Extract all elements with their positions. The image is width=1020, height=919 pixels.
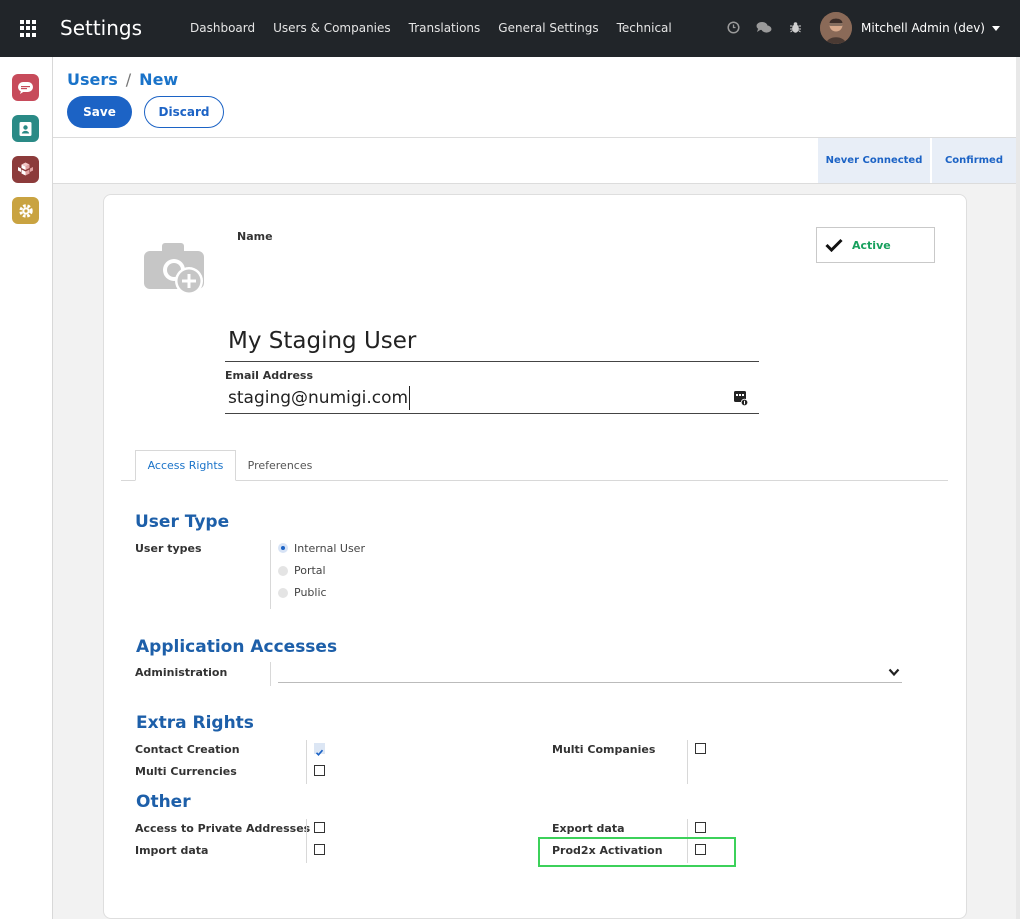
prod2x-highlight-box xyxy=(538,837,736,867)
discard-button[interactable]: Discard xyxy=(144,96,224,128)
radio-public[interactable] xyxy=(278,588,288,598)
active-label: Active xyxy=(852,238,891,252)
multi-companies-checkbox[interactable] xyxy=(695,743,706,754)
field-divider xyxy=(270,540,271,609)
administration-select[interactable] xyxy=(278,662,902,683)
name-label: Name xyxy=(237,230,273,243)
chevron-down-icon xyxy=(888,668,900,677)
check-icon xyxy=(315,749,324,756)
section-title-user-type: User Type xyxy=(135,512,230,532)
tab-access-rights[interactable]: Access Rights xyxy=(135,450,236,481)
radio-public-label: Public xyxy=(294,586,327,599)
control-panel: Users / New Save Discard xyxy=(53,57,1016,138)
section-title-other: Other xyxy=(136,792,191,812)
contact-creation-checkbox[interactable] xyxy=(314,743,325,756)
status-bar: Never Connected Confirmed xyxy=(53,138,1016,184)
import-data-checkbox[interactable] xyxy=(314,844,325,855)
active-toggle-button[interactable]: Active xyxy=(816,227,935,263)
contact-creation-label: Contact Creation xyxy=(135,743,240,756)
radio-internal-user-label: Internal User xyxy=(294,542,365,555)
password-manager-icon[interactable] xyxy=(734,391,749,407)
form-sheet xyxy=(103,194,967,919)
menu-dashboard[interactable]: Dashboard xyxy=(190,21,255,35)
save-button[interactable]: Save xyxy=(67,96,132,128)
radio-portal-label: Portal xyxy=(294,564,326,577)
text-cursor xyxy=(409,386,411,410)
email-input[interactable]: staging@numigi.com xyxy=(225,385,759,414)
user-name: Mitchell Admin (dev) xyxy=(861,21,985,35)
section-title-application-accesses: Application Accesses xyxy=(136,637,338,657)
user-types-label: User types xyxy=(135,542,202,555)
breadcrumb-current: New xyxy=(139,70,179,89)
settings-icon[interactable] xyxy=(12,197,39,224)
scrollbar[interactable] xyxy=(1016,57,1020,919)
field-divider xyxy=(687,740,688,784)
tab-preferences[interactable]: Preferences xyxy=(240,450,320,481)
user-menu[interactable]: Mitchell Admin (dev) xyxy=(820,12,1000,44)
chat-icon[interactable] xyxy=(755,18,773,36)
section-title-extra-rights: Extra Rights xyxy=(136,713,254,733)
field-divider xyxy=(270,662,271,686)
radio-portal[interactable] xyxy=(278,566,288,576)
main-menu: Dashboard Users & Companies Translations… xyxy=(190,21,690,35)
status-never-connected[interactable]: Never Connected xyxy=(818,138,930,183)
apps-icon[interactable] xyxy=(12,156,39,183)
menu-technical[interactable]: Technical xyxy=(617,21,672,35)
breadcrumb-users-link[interactable]: Users xyxy=(67,70,118,89)
camera-add-icon[interactable] xyxy=(143,241,209,297)
multi-companies-label: Multi Companies xyxy=(552,743,656,756)
multi-currencies-label: Multi Currencies xyxy=(135,765,237,778)
export-data-checkbox[interactable] xyxy=(695,822,706,833)
breadcrumb-separator: / xyxy=(125,70,132,89)
app-sidebar xyxy=(0,57,53,919)
menu-users-companies[interactable]: Users & Companies xyxy=(273,21,391,35)
top-navbar: Settings Dashboard Users & Companies Tra… xyxy=(0,0,1020,57)
export-data-label: Export data xyxy=(552,822,625,835)
multi-currencies-checkbox[interactable] xyxy=(314,765,325,776)
discuss-icon[interactable] xyxy=(12,74,39,101)
breadcrumb: Users / New xyxy=(67,70,178,89)
import-data-label: Import data xyxy=(135,844,209,857)
administration-label: Administration xyxy=(135,666,228,679)
app-title: Settings xyxy=(60,16,143,40)
email-label: Email Address xyxy=(225,369,314,382)
radio-internal-user[interactable] xyxy=(278,543,288,553)
email-value: staging@numigi.com xyxy=(228,388,409,408)
status-confirmed[interactable]: Confirmed xyxy=(932,138,1016,183)
avatar xyxy=(820,12,852,44)
name-input[interactable]: My Staging User xyxy=(225,325,759,362)
apps-menu-icon[interactable] xyxy=(20,20,37,37)
check-icon xyxy=(825,238,843,252)
field-divider xyxy=(306,740,307,784)
contacts-icon[interactable] xyxy=(12,115,39,142)
private-addresses-label: Access to Private Addresses xyxy=(135,822,311,835)
clock-icon[interactable] xyxy=(724,18,742,36)
chevron-down-icon xyxy=(991,25,1000,31)
field-divider xyxy=(306,819,307,863)
systray xyxy=(724,18,817,36)
private-addresses-checkbox[interactable] xyxy=(314,822,325,833)
menu-general-settings[interactable]: General Settings xyxy=(498,21,598,35)
menu-translations[interactable]: Translations xyxy=(409,21,481,35)
bug-icon[interactable] xyxy=(786,18,804,36)
